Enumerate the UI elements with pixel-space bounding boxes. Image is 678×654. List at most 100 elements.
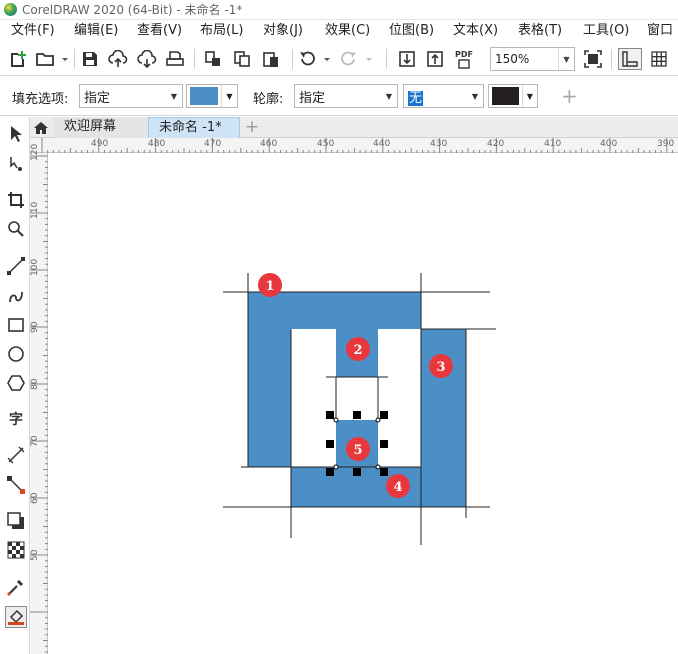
rectangle-tool-icon[interactable] (5, 314, 27, 336)
outline-width-select[interactable]: 无 ▼ (403, 84, 484, 108)
download-cloud-icon[interactable] (136, 48, 158, 70)
document-tab-bar: 欢迎屏幕 未命名 -1* + (30, 117, 678, 138)
menu-object[interactable]: 对象(J) (263, 20, 303, 42)
marker-3-label: 3 (436, 360, 445, 375)
marker-1-label: 1 (265, 279, 274, 294)
ruler-label: 410 (544, 139, 562, 149)
save-icon[interactable] (80, 48, 100, 70)
add-property-button[interactable]: + (561, 84, 578, 108)
upload-cloud-icon[interactable] (107, 48, 129, 70)
menu-tools[interactable]: 工具(O) (583, 20, 629, 42)
shape-tool-icon[interactable] (5, 153, 27, 175)
menu-file[interactable]: 文件(F) (11, 20, 55, 42)
ruler-label: 50 (30, 549, 40, 561)
redo-icon[interactable] (340, 48, 376, 70)
fill-options-label: 填充选项: (12, 92, 69, 107)
chevron-down-icon: ▼ (521, 85, 537, 107)
coreldraw-logo-icon (4, 3, 17, 16)
ruler-label: 80 (30, 378, 40, 390)
outline-type-select[interactable]: 指定 ▼ (294, 84, 398, 108)
interactive-fill-icon[interactable] (5, 606, 27, 628)
drawing-canvas[interactable]: 1 2 3 4 5 (48, 153, 678, 654)
outline-color-picker[interactable]: ▼ (488, 84, 538, 108)
outline-color-swatch (492, 87, 519, 105)
horizontal-ruler-ticks (41, 138, 673, 153)
tab-untitled-document[interactable]: 未命名 -1* (148, 117, 240, 138)
ruler-label: 60 (30, 492, 40, 504)
ruler-label: 470 (204, 139, 222, 149)
full-screen-icon[interactable] (582, 48, 604, 70)
outline-label: 轮廓: (253, 92, 284, 107)
fill-color-swatch (190, 87, 218, 105)
marker-4-label: 4 (393, 480, 402, 495)
copy-icon[interactable] (231, 48, 253, 70)
menu-edit[interactable]: 编辑(E) (74, 20, 118, 42)
cut-icon[interactable] (202, 48, 224, 70)
fill-type-select[interactable]: 指定 ▼ (79, 84, 183, 108)
ruler-label: 390 (657, 139, 675, 149)
outline-width-value[interactable]: 无 (408, 90, 424, 106)
freehand-tool-icon[interactable] (5, 255, 27, 277)
parallel-dimension-icon[interactable] (5, 444, 27, 466)
menu-text[interactable]: 文本(X) (453, 20, 498, 42)
menu-view[interactable]: 查看(V) (137, 20, 182, 42)
title-bar: CorelDRAW 2020 (64-Bit) - 未命名 -1* (0, 0, 678, 20)
ruler-label: 90 (30, 321, 40, 333)
marker-5-label: 5 (353, 443, 362, 458)
ruler-label: 450 (317, 139, 335, 149)
vertical-ruler[interactable]: 120 110 100 90 80 70 60 50 (30, 144, 48, 654)
shape-1 (248, 292, 421, 467)
export-icon[interactable] (424, 48, 446, 70)
crop-tool-icon[interactable] (5, 189, 27, 211)
menu-bitmaps[interactable]: 位图(B) (389, 20, 434, 42)
ruler-label: 480 (148, 139, 166, 149)
text-tool-icon[interactable]: 字 (5, 408, 27, 430)
horizontal-ruler[interactable]: 490 480 470 460 450 440 430 420 410 400 … (30, 138, 678, 153)
ruler-label: 440 (373, 139, 391, 149)
color-eyedropper-icon[interactable] (5, 576, 27, 598)
artwork: 1 2 3 4 5 (223, 273, 496, 545)
connector-tool-icon[interactable] (5, 474, 27, 496)
ruler-label: 110 (30, 201, 40, 219)
undo-icon[interactable] (298, 48, 334, 70)
chevron-down-icon: ▼ (385, 91, 393, 101)
chevron-down-icon: ▼ (471, 91, 479, 101)
print-icon[interactable] (164, 48, 186, 70)
polygon-tool-icon[interactable] (5, 372, 27, 394)
chevron-down-icon: ▼ (170, 91, 178, 101)
tab-welcome-screen[interactable]: 欢迎屏幕 (54, 117, 148, 138)
zoom-level-select[interactable]: 150% ▼ (490, 47, 575, 71)
zoom-level-value: 150% (495, 52, 530, 66)
ruler-label: 490 (91, 139, 109, 149)
transparency-icon[interactable] (5, 539, 27, 561)
fill-color-picker[interactable]: ▼ (186, 84, 238, 108)
menu-window[interactable]: 窗口 (647, 20, 673, 42)
standard-toolbar: PDF 150% ▼ (0, 42, 678, 76)
import-icon[interactable] (396, 48, 418, 70)
publish-pdf-icon[interactable]: PDF (452, 48, 476, 70)
artistic-media-icon[interactable] (5, 285, 27, 307)
open-folder-icon[interactable] (34, 48, 70, 70)
new-document-icon[interactable] (6, 48, 28, 70)
menu-effects[interactable]: 效果(C) (325, 20, 370, 42)
ruler-label: 70 (30, 435, 40, 447)
paste-icon[interactable] (260, 48, 282, 70)
outline-type-value: 指定 (299, 90, 326, 106)
add-tab-button[interactable]: + (242, 117, 262, 138)
chevron-down-icon[interactable]: ▼ (558, 48, 574, 70)
zoom-tool-icon[interactable] (5, 218, 27, 240)
ruler-label: 430 (430, 139, 448, 149)
menu-table[interactable]: 表格(T) (518, 20, 562, 42)
ruler-label: 460 (260, 139, 278, 149)
drop-shadow-icon[interactable] (5, 510, 27, 532)
home-icon[interactable] (30, 117, 52, 138)
ellipse-tool-icon[interactable] (5, 343, 27, 365)
rulers-icon[interactable] (618, 48, 642, 70)
menu-bar: 文件(F) 编辑(E) 查看(V) 布局(L) 对象(J) 效果(C) 位图(B… (0, 20, 678, 42)
property-bar: 填充选项: 指定 ▼ ▼ 轮廓: 指定 ▼ 无 ▼ ▼ + (0, 76, 678, 116)
pick-tool-icon[interactable] (5, 123, 27, 145)
menu-layout[interactable]: 布局(L) (200, 20, 243, 42)
marker-2-label: 2 (353, 343, 362, 358)
grid-icon[interactable] (648, 48, 670, 70)
ruler-label: 100 (30, 258, 40, 276)
